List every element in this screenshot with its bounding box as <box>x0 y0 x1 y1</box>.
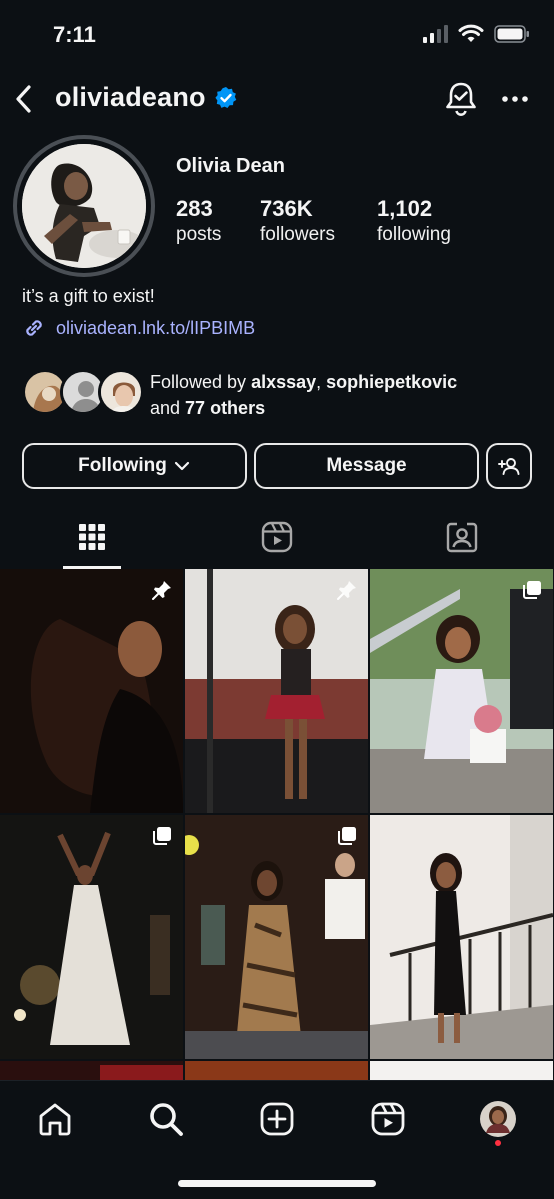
mutual-user-1: alxssay <box>251 372 317 392</box>
post-image <box>0 569 183 813</box>
chevron-down-icon <box>174 461 189 471</box>
posts-count-stat[interactable]: 283 posts <box>176 196 221 246</box>
post-thumbnail[interactable] <box>0 569 183 813</box>
posts-count: 283 <box>176 196 213 221</box>
message-button-label: Message <box>326 455 407 476</box>
status-time: 7:11 <box>53 22 96 47</box>
notifications-bell-button[interactable] <box>444 80 478 118</box>
followers-label: followers <box>260 224 335 245</box>
profile-avatar-icon <box>480 1101 516 1137</box>
post-image <box>185 569 368 813</box>
followed-by-prefix: Followed by <box>150 372 252 392</box>
post-image <box>185 1061 368 1081</box>
nav-reels[interactable] <box>368 1099 408 1139</box>
more-options-button[interactable] <box>500 86 530 112</box>
followed-by-row[interactable]: Followed by alxssay, sophiepetkovic and … <box>22 367 542 419</box>
mutual-others-count: 77 others <box>185 398 266 418</box>
post-thumbnail[interactable] <box>0 1061 183 1081</box>
reels-icon <box>261 521 293 553</box>
nav-profile[interactable] <box>478 1099 518 1139</box>
carousel-icon <box>338 827 356 845</box>
pinned-icon <box>337 581 356 600</box>
followers-count: 736K <box>260 196 313 221</box>
create-icon <box>260 1102 294 1136</box>
nav-create[interactable] <box>257 1099 297 1139</box>
cellular-signal-icon <box>423 25 448 43</box>
mutual-user-2: sophiepetkovic <box>326 372 458 392</box>
following-count: 1,102 <box>377 196 433 221</box>
display-name: Olivia Dean <box>176 155 285 177</box>
profile-avatar[interactable] <box>22 144 146 268</box>
home-indicator <box>178 1180 376 1187</box>
post-thumbnail[interactable] <box>0 815 183 1059</box>
home-icon <box>39 1103 71 1136</box>
link-icon <box>26 320 42 336</box>
followed-by-text: Followed by alxssay, sophiepetkovic and … <box>150 369 457 421</box>
tagged-icon <box>446 522 478 553</box>
status-icons <box>422 24 530 44</box>
mutual-photo-3 <box>101 372 141 412</box>
tab-reels[interactable] <box>185 505 369 569</box>
message-button[interactable]: Message <box>254 443 479 489</box>
post-thumbnail[interactable] <box>370 815 553 1059</box>
profile-photo <box>22 144 146 268</box>
bell-check-icon <box>446 82 476 116</box>
posts-grid-icon <box>79 524 105 550</box>
post-image <box>370 815 553 1059</box>
nav-search[interactable] <box>146 1099 186 1139</box>
mutual-avatar-3 <box>98 369 144 415</box>
followers-count-stat[interactable]: 736K followers <box>260 196 335 246</box>
wifi-icon <box>458 24 484 42</box>
profile-header: oliviadeano <box>0 76 554 122</box>
tab-posts-grid[interactable] <box>0 505 184 569</box>
following-button-label: Following <box>78 455 167 476</box>
carousel-icon <box>153 827 171 845</box>
post-image <box>370 569 553 813</box>
reels-icon <box>371 1102 405 1136</box>
post-image <box>370 1061 553 1081</box>
search-icon <box>150 1103 183 1136</box>
post-thumbnail[interactable] <box>185 815 368 1059</box>
followed-by-and: and <box>150 398 186 418</box>
post-image <box>0 815 183 1059</box>
status-bar: 7:11 <box>0 0 554 70</box>
profile-link[interactable]: oliviadean.lnk.to/lIPBIMB <box>22 316 255 340</box>
profile-bio: it’s a gift to exist! <box>22 286 155 306</box>
nav-home[interactable] <box>35 1099 75 1139</box>
notification-dot <box>495 1140 501 1146</box>
battery-icon <box>494 25 529 43</box>
profile-content-tabs <box>0 505 554 569</box>
profile-username: oliviadeano <box>55 82 206 112</box>
post-image <box>185 815 368 1059</box>
carousel-icon <box>523 581 541 599</box>
profile-link-text: oliviadean.lnk.to/lIPBIMB <box>56 317 256 338</box>
verified-badge-icon <box>215 87 237 108</box>
following-button[interactable]: Following <box>22 443 247 489</box>
tab-tagged[interactable] <box>370 505 554 569</box>
post-thumbnail[interactable] <box>185 569 368 813</box>
pinned-icon <box>152 581 171 600</box>
posts-label: posts <box>176 224 222 245</box>
post-thumbnail[interactable] <box>370 1061 553 1081</box>
add-user-icon <box>498 458 520 475</box>
more-horizontal-icon <box>502 96 528 102</box>
following-label: following <box>377 224 451 245</box>
post-image <box>0 1061 183 1081</box>
chevron-left-icon <box>16 85 31 113</box>
post-thumbnail[interactable] <box>370 569 553 813</box>
post-thumbnail[interactable] <box>185 1061 368 1081</box>
suggested-users-button[interactable] <box>486 443 532 489</box>
followed-by-separator: , <box>316 372 327 392</box>
back-button[interactable] <box>10 82 38 116</box>
following-count-stat[interactable]: 1,102 following <box>377 196 451 246</box>
